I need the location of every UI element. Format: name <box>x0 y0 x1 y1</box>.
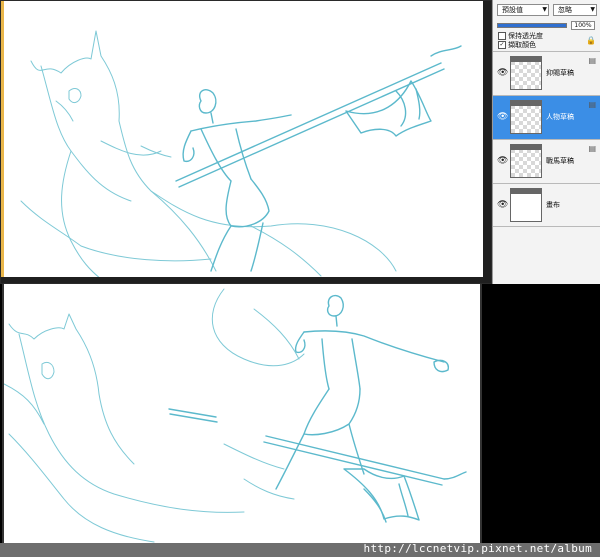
top-canvas-window[interactable] <box>0 0 492 284</box>
layer-stack-icon: ▤ <box>588 144 596 153</box>
top-sketch-canvas[interactable] <box>1 1 485 279</box>
top-vertical-scrollbar[interactable] <box>483 1 491 283</box>
mode-select[interactable]: 預設值 ▼ <box>497 4 549 16</box>
layer-stack-icon: ▤ <box>588 100 596 109</box>
layer-name: 畫布 <box>546 201 560 209</box>
layer-name: 人物草稿 <box>546 113 574 121</box>
bottom-canvas-window[interactable]: http://lccnetvip.pixnet.net/album <box>0 284 600 557</box>
pick-color-label: 擷取顏色 <box>508 41 536 49</box>
eye-icon[interactable]: 👁 <box>497 156 508 166</box>
layer-thumbnail <box>510 144 542 178</box>
layer-item[interactable]: 👁 畫布 <box>493 183 600 227</box>
layer-item-active[interactable]: 👁 人物草稿 ▤ <box>493 95 600 139</box>
bottom-sketch-canvas[interactable] <box>2 284 482 543</box>
eye-icon[interactable]: 👁 <box>497 112 508 122</box>
mode-select-value: 預設值 <box>502 6 523 14</box>
opacity-slider[interactable] <box>497 23 567 28</box>
blend-select[interactable]: 忽略 ▼ <box>553 4 597 16</box>
layer-item[interactable]: 👁 抑賜草稿 ▤ <box>493 51 600 95</box>
opacity-control[interactable]: 100% <box>497 21 597 30</box>
bottom-sketch-drawing[interactable] <box>4 284 480 543</box>
chevron-down-icon: ▼ <box>590 6 595 13</box>
layer-panel: 預設值 ▼ 忽略 ▼ 100% 保持透光度 ✓ 擷取顏色 🔒 👁 抑賜草稿 ▤ 👁… <box>492 0 600 284</box>
eye-icon[interactable]: 👁 <box>497 200 508 210</box>
top-horizontal-scrollbar[interactable] <box>1 277 485 283</box>
keep-transparency-checkbox[interactable]: 保持透光度 <box>498 32 543 41</box>
keep-transparency-label: 保持透光度 <box>508 32 543 40</box>
layer-stack-icon: ▤ <box>588 56 596 65</box>
blend-select-value: 忽略 <box>558 6 572 14</box>
watermark-url: http://lccnetvip.pixnet.net/album <box>363 542 592 555</box>
layer-item[interactable]: 👁 戰馬草稿 ▤ <box>493 139 600 183</box>
layer-thumbnail <box>510 56 542 90</box>
layer-name: 戰馬草稿 <box>546 157 574 165</box>
eye-icon[interactable]: 👁 <box>497 68 508 78</box>
layer-thumbnail <box>510 100 542 134</box>
checkbox-box-checked[interactable]: ✓ <box>498 41 506 49</box>
layer-name: 抑賜草稿 <box>546 69 574 77</box>
chevron-down-icon: ▼ <box>542 6 547 13</box>
lock-icon[interactable]: 🔒 <box>586 36 596 45</box>
layer-thumbnail <box>510 188 542 222</box>
opacity-value[interactable]: 100% <box>571 21 595 30</box>
checkbox-box[interactable] <box>498 32 506 40</box>
pick-color-checkbox[interactable]: ✓ 擷取顏色 <box>498 41 536 50</box>
